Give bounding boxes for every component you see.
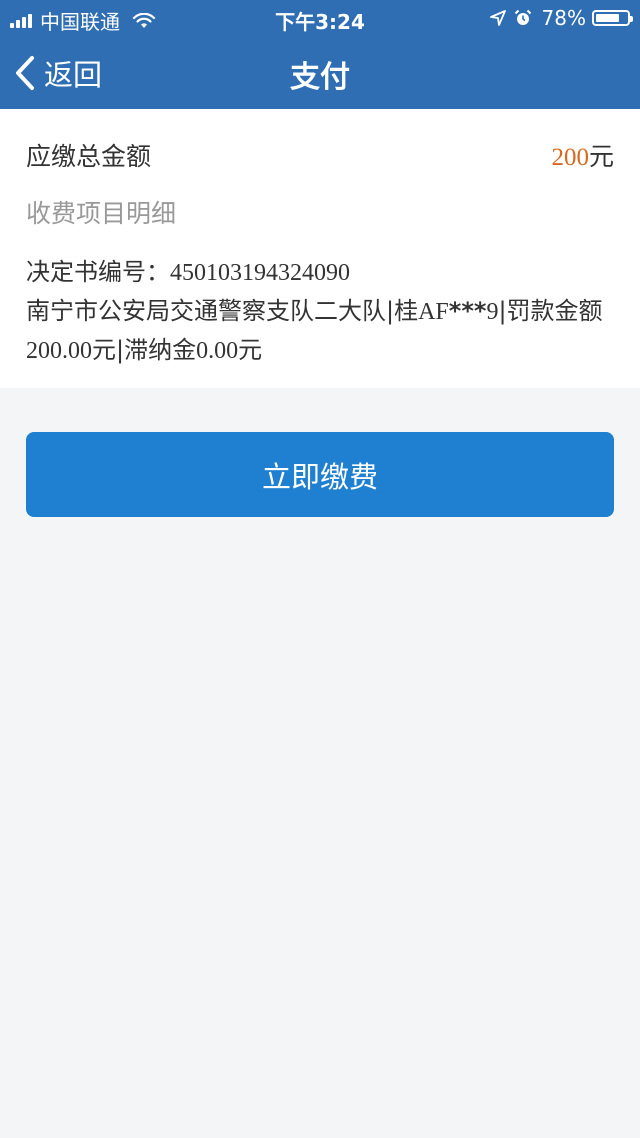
detail-suffix: 元 <box>238 336 263 364</box>
plate-tail: 9 <box>486 299 499 325</box>
detail-prefix: 南宁市公安局交通警察支队二大队|桂 <box>26 297 419 325</box>
total-amount-row: 应缴总金额 200元 <box>26 137 614 173</box>
total-amount: 200元 <box>551 137 614 173</box>
payment-detail-card: 应缴总金额 200元 收费项目明细 决定书编号：450103194324090 … <box>0 109 640 388</box>
total-amount-unit: 元 <box>588 142 614 171</box>
decision-number-value: 450103194324090 <box>170 260 350 286</box>
app-header: 中国联通 下午3:24 78% 返回 支付 <box>0 0 640 109</box>
status-right: 78% <box>489 6 633 30</box>
decision-number-label: 决定书编号： <box>26 258 170 286</box>
fee-description: 南宁市公安局交通警察支队二大队|桂AF***9|罚款金额 200.00元|滞纳金0… <box>26 292 616 370</box>
fee-item-detail: 决定书编号：450103194324090 南宁市公安局交通警察支队二大队|桂A… <box>26 253 616 370</box>
alarm-icon <box>514 9 531 25</box>
plate-letters: AF <box>418 299 449 325</box>
navigation-bar: 返回 支付 <box>0 36 640 109</box>
location-arrow-icon <box>489 10 506 26</box>
status-bar: 中国联通 下午3:24 78% <box>0 0 640 36</box>
pay-now-button[interactable]: 立即缴费 <box>26 432 614 517</box>
battery-icon <box>592 10 633 26</box>
fine-amount: 200.00 <box>26 338 92 364</box>
detail-fine-label: |罚款金额 <box>498 297 603 325</box>
fee-items-title: 收费项目明细 <box>26 199 177 228</box>
page-title: 支付 <box>290 60 350 95</box>
late-fee: 0.00 <box>196 338 239 364</box>
total-amount-label: 应缴总金额 <box>26 142 152 171</box>
detail-late-label: 元|滞纳金 <box>92 336 197 364</box>
battery-percent: 78% <box>541 6 586 30</box>
plate-mask: *** <box>448 297 487 325</box>
total-amount-value: 200 <box>551 144 589 171</box>
decision-number-line: 决定书编号：450103194324090 <box>26 253 616 292</box>
